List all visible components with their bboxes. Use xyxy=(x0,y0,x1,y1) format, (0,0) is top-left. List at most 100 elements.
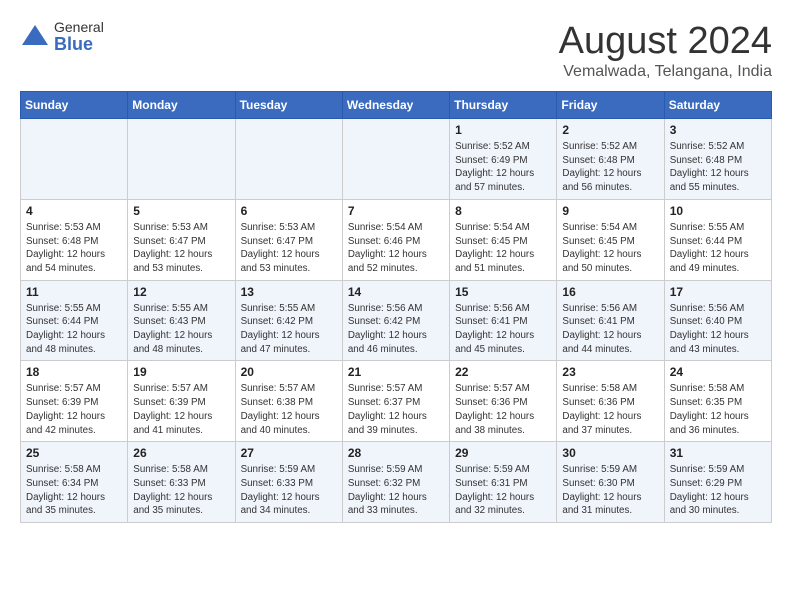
day-info: Sunrise: 5:52 AM Sunset: 6:49 PM Dayligh… xyxy=(455,140,551,195)
day-info: Sunrise: 5:59 AM Sunset: 6:31 PM Dayligh… xyxy=(455,463,551,518)
header-tuesday: Tuesday xyxy=(235,92,342,119)
week-row-1: 1 Sunrise: 5:52 AM Sunset: 6:49 PM Daylig… xyxy=(21,119,772,200)
calendar-cell: 20 Sunrise: 5:57 AM Sunset: 6:38 PM Dayli… xyxy=(235,361,342,442)
day-number: 17 xyxy=(670,285,766,299)
calendar-cell: 28Sunrise: 5:59 AM Sunset: 6:32 PM Dayli… xyxy=(342,442,449,523)
week-row-3: 11 Sunrise: 5:55 AM Sunset: 6:44 PM Dayli… xyxy=(21,280,772,361)
day-number: 25 xyxy=(26,446,122,460)
day-info: Sunrise: 5:56 AM Sunset: 6:41 PM Dayligh… xyxy=(562,302,658,357)
day-info: Sunrise: 5:59 AM Sunset: 6:30 PM Dayligh… xyxy=(562,463,658,518)
calendar-cell xyxy=(128,119,235,200)
header-thursday: Thursday xyxy=(450,92,557,119)
calendar-cell: 8Sunrise: 5:54 AM Sunset: 6:45 PM Daylig… xyxy=(450,199,557,280)
day-info: Sunrise: 5:55 AM Sunset: 6:42 PM Dayligh… xyxy=(241,302,337,357)
logo-blue: Blue xyxy=(54,35,104,55)
day-number: 15 xyxy=(455,285,551,299)
calendar-cell: 24Sunrise: 5:58 AM Sunset: 6:35 PM Dayli… xyxy=(664,361,771,442)
header-wednesday: Wednesday xyxy=(342,92,449,119)
month-title: August 2024 xyxy=(559,20,772,63)
day-number: 30 xyxy=(562,446,658,460)
day-number: 16 xyxy=(562,285,658,299)
calendar-cell: 16 Sunrise: 5:56 AM Sunset: 6:41 PM Dayli… xyxy=(557,280,664,361)
day-info: Sunrise: 5:57 AM Sunset: 6:36 PM Dayligh… xyxy=(455,382,551,437)
calendar-cell: 5Sunrise: 5:53 AM Sunset: 6:47 PM Daylig… xyxy=(128,199,235,280)
calendar-cell: 14 Sunrise: 5:56 AM Sunset: 6:42 PM Dayli… xyxy=(342,280,449,361)
day-number: 31 xyxy=(670,446,766,460)
calendar-cell: 9 Sunrise: 5:54 AM Sunset: 6:45 PM Daylig… xyxy=(557,199,664,280)
day-number: 6 xyxy=(241,204,337,218)
day-number: 19 xyxy=(133,365,229,379)
day-number: 1 xyxy=(455,123,551,137)
calendar-cell: 6 Sunrise: 5:53 AM Sunset: 6:47 PM Daylig… xyxy=(235,199,342,280)
title-section: August 2024 Vemalwada, Telangana, India xyxy=(559,20,772,81)
day-info: Sunrise: 5:57 AM Sunset: 6:39 PM Dayligh… xyxy=(133,382,229,437)
page-header: General Blue August 2024 Vemalwada, Tela… xyxy=(20,20,772,81)
calendar-cell: 3 Sunrise: 5:52 AM Sunset: 6:48 PM Daylig… xyxy=(664,119,771,200)
day-number: 26 xyxy=(133,446,229,460)
header-row: SundayMondayTuesdayWednesdayThursdayFrid… xyxy=(21,92,772,119)
week-row-4: 18 Sunrise: 5:57 AM Sunset: 6:39 PM Dayli… xyxy=(21,361,772,442)
day-info: Sunrise: 5:54 AM Sunset: 6:46 PM Dayligh… xyxy=(348,221,444,276)
logo-icon xyxy=(20,23,50,53)
day-info: Sunrise: 5:58 AM Sunset: 6:36 PM Dayligh… xyxy=(562,382,658,437)
day-info: Sunrise: 5:57 AM Sunset: 6:37 PM Dayligh… xyxy=(348,382,444,437)
day-number: 21 xyxy=(348,365,444,379)
day-number: 20 xyxy=(241,365,337,379)
day-info: Sunrise: 5:56 AM Sunset: 6:40 PM Dayligh… xyxy=(670,302,766,357)
day-info: Sunrise: 5:53 AM Sunset: 6:47 PM Dayligh… xyxy=(241,221,337,276)
day-info: Sunrise: 5:52 AM Sunset: 6:48 PM Dayligh… xyxy=(670,140,766,195)
calendar-cell: 29Sunrise: 5:59 AM Sunset: 6:31 PM Dayli… xyxy=(450,442,557,523)
calendar-cell: 10Sunrise: 5:55 AM Sunset: 6:44 PM Dayli… xyxy=(664,199,771,280)
calendar-cell: 17 Sunrise: 5:56 AM Sunset: 6:40 PM Dayli… xyxy=(664,280,771,361)
day-number: 22 xyxy=(455,365,551,379)
day-number: 12 xyxy=(133,285,229,299)
day-number: 28 xyxy=(348,446,444,460)
calendar-cell: 15 Sunrise: 5:56 AM Sunset: 6:41 PM Dayli… xyxy=(450,280,557,361)
calendar-cell: 26Sunrise: 5:58 AM Sunset: 6:33 PM Dayli… xyxy=(128,442,235,523)
calendar-cell: 25 Sunrise: 5:58 AM Sunset: 6:34 PM Dayli… xyxy=(21,442,128,523)
calendar-cell: 7 Sunrise: 5:54 AM Sunset: 6:46 PM Daylig… xyxy=(342,199,449,280)
day-info: Sunrise: 5:55 AM Sunset: 6:44 PM Dayligh… xyxy=(26,302,122,357)
calendar-cell: 1 Sunrise: 5:52 AM Sunset: 6:49 PM Daylig… xyxy=(450,119,557,200)
week-row-2: 4Sunrise: 5:53 AM Sunset: 6:48 PM Daylig… xyxy=(21,199,772,280)
calendar-cell: 23 Sunrise: 5:58 AM Sunset: 6:36 PM Dayli… xyxy=(557,361,664,442)
day-info: Sunrise: 5:59 AM Sunset: 6:33 PM Dayligh… xyxy=(241,463,337,518)
calendar-table: SundayMondayTuesdayWednesdayThursdayFrid… xyxy=(20,91,772,523)
calendar-cell: 18 Sunrise: 5:57 AM Sunset: 6:39 PM Dayli… xyxy=(21,361,128,442)
logo-general: General xyxy=(54,20,104,35)
calendar-body: 1 Sunrise: 5:52 AM Sunset: 6:49 PM Daylig… xyxy=(21,119,772,523)
day-info: Sunrise: 5:59 AM Sunset: 6:29 PM Dayligh… xyxy=(670,463,766,518)
header-sunday: Sunday xyxy=(21,92,128,119)
day-number: 14 xyxy=(348,285,444,299)
day-info: Sunrise: 5:57 AM Sunset: 6:39 PM Dayligh… xyxy=(26,382,122,437)
week-row-5: 25 Sunrise: 5:58 AM Sunset: 6:34 PM Dayli… xyxy=(21,442,772,523)
calendar-cell: 12Sunrise: 5:55 AM Sunset: 6:43 PM Dayli… xyxy=(128,280,235,361)
day-number: 9 xyxy=(562,204,658,218)
day-number: 7 xyxy=(348,204,444,218)
day-info: Sunrise: 5:52 AM Sunset: 6:48 PM Dayligh… xyxy=(562,140,658,195)
day-info: Sunrise: 5:54 AM Sunset: 6:45 PM Dayligh… xyxy=(562,221,658,276)
day-number: 10 xyxy=(670,204,766,218)
day-info: Sunrise: 5:54 AM Sunset: 6:45 PM Dayligh… xyxy=(455,221,551,276)
day-number: 2 xyxy=(562,123,658,137)
day-info: Sunrise: 5:57 AM Sunset: 6:38 PM Dayligh… xyxy=(241,382,337,437)
calendar-cell: 4Sunrise: 5:53 AM Sunset: 6:48 PM Daylig… xyxy=(21,199,128,280)
day-number: 18 xyxy=(26,365,122,379)
day-number: 27 xyxy=(241,446,337,460)
day-number: 11 xyxy=(26,285,122,299)
header-monday: Monday xyxy=(128,92,235,119)
day-info: Sunrise: 5:53 AM Sunset: 6:48 PM Dayligh… xyxy=(26,221,122,276)
calendar-cell: 22 Sunrise: 5:57 AM Sunset: 6:36 PM Dayli… xyxy=(450,361,557,442)
calendar-cell xyxy=(235,119,342,200)
calendar-cell: 13Sunrise: 5:55 AM Sunset: 6:42 PM Dayli… xyxy=(235,280,342,361)
day-number: 3 xyxy=(670,123,766,137)
day-info: Sunrise: 5:53 AM Sunset: 6:47 PM Dayligh… xyxy=(133,221,229,276)
calendar-cell: 11 Sunrise: 5:55 AM Sunset: 6:44 PM Dayli… xyxy=(21,280,128,361)
calendar-cell: 27 Sunrise: 5:59 AM Sunset: 6:33 PM Dayli… xyxy=(235,442,342,523)
day-info: Sunrise: 5:56 AM Sunset: 6:41 PM Dayligh… xyxy=(455,302,551,357)
day-number: 23 xyxy=(562,365,658,379)
day-info: Sunrise: 5:56 AM Sunset: 6:42 PM Dayligh… xyxy=(348,302,444,357)
day-info: Sunrise: 5:58 AM Sunset: 6:34 PM Dayligh… xyxy=(26,463,122,518)
logo-text: General Blue xyxy=(54,20,104,55)
location: Vemalwada, Telangana, India xyxy=(559,63,772,81)
